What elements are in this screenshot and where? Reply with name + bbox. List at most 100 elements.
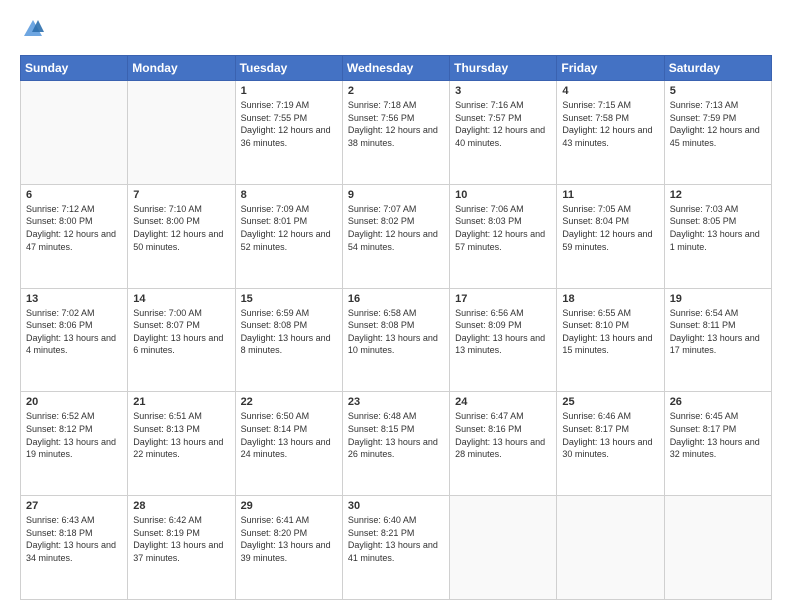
day-number: 12	[670, 189, 766, 201]
day-number: 10	[455, 189, 551, 201]
calendar-day-cell: 5Sunrise: 7:13 AM Sunset: 7:59 PM Daylig…	[664, 81, 771, 185]
calendar-week-row: 27 Sunrise: 6:43 AM Sunset: 8:18 PM Dayli…	[21, 496, 772, 600]
calendar-day-cell: 23 Sunrise: 6:48 AM Sunset: 8:15 PM Dayli…	[342, 392, 449, 496]
day-number: 16	[348, 293, 444, 305]
day-number: 18	[562, 293, 658, 305]
day-number: 28	[133, 500, 229, 512]
day-info: Sunrise: 7:02 AM Sunset: 8:06 PM Dayligh…	[26, 307, 122, 357]
day-number: 14	[133, 293, 229, 305]
calendar-day-cell: 17 Sunrise: 6:56 AM Sunset: 8:09 PM Dayli…	[450, 288, 557, 392]
weekday-header-friday: Friday	[557, 56, 664, 81]
day-number: 1	[241, 85, 337, 97]
day-number: 24	[455, 396, 551, 408]
day-number: 3	[455, 85, 551, 97]
day-info: Sunrise: 6:52 AM Sunset: 8:12 PM Dayligh…	[26, 410, 122, 460]
day-info: Sunrise: 6:48 AM Sunset: 8:15 PM Dayligh…	[348, 410, 444, 460]
calendar-day-cell: 2 Sunrise: 7:18 AM Sunset: 7:56 PM Daylig…	[342, 81, 449, 185]
day-number: 17	[455, 293, 551, 305]
day-info: Sunrise: 6:58 AM Sunset: 8:08 PM Dayligh…	[348, 307, 444, 357]
logo-icon	[22, 18, 44, 40]
calendar-day-cell: 8 Sunrise: 7:09 AM Sunset: 8:01 PM Daylig…	[235, 184, 342, 288]
calendar-day-cell: 9 Sunrise: 7:07 AM Sunset: 8:02 PM Daylig…	[342, 184, 449, 288]
day-number: 25	[562, 396, 658, 408]
calendar-day-cell: 27 Sunrise: 6:43 AM Sunset: 8:18 PM Dayli…	[21, 496, 128, 600]
page: SundayMondayTuesdayWednesdayThursdayFrid…	[0, 0, 792, 612]
weekday-header-sunday: Sunday	[21, 56, 128, 81]
day-info: Sunrise: 7:18 AM Sunset: 7:56 PM Dayligh…	[348, 99, 444, 149]
day-number: 22	[241, 396, 337, 408]
weekday-header-saturday: Saturday	[664, 56, 771, 81]
calendar-day-cell: 11 Sunrise: 7:05 AM Sunset: 8:04 PM Dayli…	[557, 184, 664, 288]
calendar-day-cell: 25Sunrise: 6:46 AM Sunset: 8:17 PM Dayli…	[557, 392, 664, 496]
day-info: Sunrise: 7:12 AM Sunset: 8:00 PM Dayligh…	[26, 203, 122, 253]
calendar-header: SundayMondayTuesdayWednesdayThursdayFrid…	[21, 56, 772, 81]
day-number: 15	[241, 293, 337, 305]
day-info: Sunrise: 6:45 AM Sunset: 8:17 PM Dayligh…	[670, 410, 766, 460]
day-number: 26	[670, 396, 766, 408]
day-number: 13	[26, 293, 122, 305]
calendar-day-cell: 12Sunrise: 7:03 AM Sunset: 8:05 PM Dayli…	[664, 184, 771, 288]
day-number: 27	[26, 500, 122, 512]
day-number: 29	[241, 500, 337, 512]
day-info: Sunrise: 7:05 AM Sunset: 8:04 PM Dayligh…	[562, 203, 658, 253]
day-info: Sunrise: 7:19 AM Sunset: 7:55 PM Dayligh…	[241, 99, 337, 149]
day-number: 23	[348, 396, 444, 408]
calendar-day-cell: 16 Sunrise: 6:58 AM Sunset: 8:08 PM Dayli…	[342, 288, 449, 392]
calendar-day-cell: 22 Sunrise: 6:50 AM Sunset: 8:14 PM Dayli…	[235, 392, 342, 496]
day-number: 20	[26, 396, 122, 408]
calendar-day-cell: 10Sunrise: 7:06 AM Sunset: 8:03 PM Dayli…	[450, 184, 557, 288]
calendar-day-cell	[21, 81, 128, 185]
calendar-day-cell	[450, 496, 557, 600]
calendar-day-cell: 1 Sunrise: 7:19 AM Sunset: 7:55 PM Daylig…	[235, 81, 342, 185]
weekday-header-tuesday: Tuesday	[235, 56, 342, 81]
weekday-header-thursday: Thursday	[450, 56, 557, 81]
day-number: 9	[348, 189, 444, 201]
day-info: Sunrise: 6:56 AM Sunset: 8:09 PM Dayligh…	[455, 307, 551, 357]
calendar-week-row: 20 Sunrise: 6:52 AM Sunset: 8:12 PM Dayli…	[21, 392, 772, 496]
calendar-day-cell	[557, 496, 664, 600]
calendar-day-cell: 14Sunrise: 7:00 AM Sunset: 8:07 PM Dayli…	[128, 288, 235, 392]
calendar-body: 1 Sunrise: 7:19 AM Sunset: 7:55 PM Daylig…	[21, 81, 772, 600]
calendar-day-cell: 26 Sunrise: 6:45 AM Sunset: 8:17 PM Dayli…	[664, 392, 771, 496]
day-number: 4	[562, 85, 658, 97]
calendar-day-cell: 7Sunrise: 7:10 AM Sunset: 8:00 PM Daylig…	[128, 184, 235, 288]
day-info: Sunrise: 6:51 AM Sunset: 8:13 PM Dayligh…	[133, 410, 229, 460]
calendar-day-cell: 15 Sunrise: 6:59 AM Sunset: 8:08 PM Dayli…	[235, 288, 342, 392]
day-info: Sunrise: 6:43 AM Sunset: 8:18 PM Dayligh…	[26, 514, 122, 564]
weekday-header-wednesday: Wednesday	[342, 56, 449, 81]
calendar-day-cell: 19 Sunrise: 6:54 AM Sunset: 8:11 PM Dayli…	[664, 288, 771, 392]
calendar-day-cell: 18 Sunrise: 6:55 AM Sunset: 8:10 PM Dayli…	[557, 288, 664, 392]
day-info: Sunrise: 6:54 AM Sunset: 8:11 PM Dayligh…	[670, 307, 766, 357]
day-info: Sunrise: 6:50 AM Sunset: 8:14 PM Dayligh…	[241, 410, 337, 460]
day-number: 19	[670, 293, 766, 305]
calendar-day-cell: 29 Sunrise: 6:41 AM Sunset: 8:20 PM Dayli…	[235, 496, 342, 600]
calendar-day-cell: 30 Sunrise: 6:40 AM Sunset: 8:21 PM Dayli…	[342, 496, 449, 600]
calendar-day-cell	[664, 496, 771, 600]
day-info: Sunrise: 6:47 AM Sunset: 8:16 PM Dayligh…	[455, 410, 551, 460]
calendar-week-row: 6Sunrise: 7:12 AM Sunset: 8:00 PM Daylig…	[21, 184, 772, 288]
day-number: 30	[348, 500, 444, 512]
day-info: Sunrise: 6:55 AM Sunset: 8:10 PM Dayligh…	[562, 307, 658, 357]
day-number: 11	[562, 189, 658, 201]
day-info: Sunrise: 7:13 AM Sunset: 7:59 PM Dayligh…	[670, 99, 766, 149]
logo	[20, 18, 44, 45]
day-info: Sunrise: 6:41 AM Sunset: 8:20 PM Dayligh…	[241, 514, 337, 564]
header	[20, 18, 772, 45]
calendar-day-cell: 24 Sunrise: 6:47 AM Sunset: 8:16 PM Dayli…	[450, 392, 557, 496]
calendar-week-row: 13 Sunrise: 7:02 AM Sunset: 8:06 PM Dayli…	[21, 288, 772, 392]
calendar-week-row: 1 Sunrise: 7:19 AM Sunset: 7:55 PM Daylig…	[21, 81, 772, 185]
calendar-table: SundayMondayTuesdayWednesdayThursdayFrid…	[20, 55, 772, 600]
day-info: Sunrise: 6:40 AM Sunset: 8:21 PM Dayligh…	[348, 514, 444, 564]
day-info: Sunrise: 7:09 AM Sunset: 8:01 PM Dayligh…	[241, 203, 337, 253]
day-number: 21	[133, 396, 229, 408]
day-info: Sunrise: 7:07 AM Sunset: 8:02 PM Dayligh…	[348, 203, 444, 253]
calendar-day-cell: 13 Sunrise: 7:02 AM Sunset: 8:06 PM Dayli…	[21, 288, 128, 392]
day-info: Sunrise: 7:16 AM Sunset: 7:57 PM Dayligh…	[455, 99, 551, 149]
day-number: 8	[241, 189, 337, 201]
calendar-day-cell: 3 Sunrise: 7:16 AM Sunset: 7:57 PM Daylig…	[450, 81, 557, 185]
day-number: 2	[348, 85, 444, 97]
calendar-day-cell: 20 Sunrise: 6:52 AM Sunset: 8:12 PM Dayli…	[21, 392, 128, 496]
calendar-day-cell: 4Sunrise: 7:15 AM Sunset: 7:58 PM Daylig…	[557, 81, 664, 185]
day-info: Sunrise: 7:10 AM Sunset: 8:00 PM Dayligh…	[133, 203, 229, 253]
day-info: Sunrise: 6:59 AM Sunset: 8:08 PM Dayligh…	[241, 307, 337, 357]
